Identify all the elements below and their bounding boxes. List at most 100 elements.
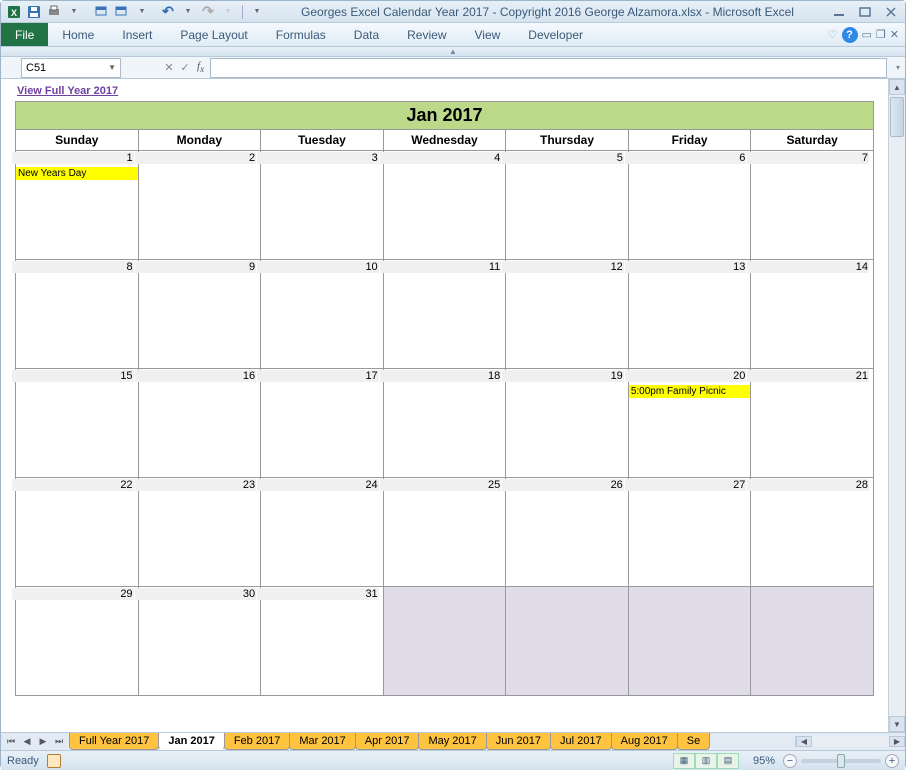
qat-customize-icon[interactable]: ▼: [248, 3, 266, 21]
calendar-cell[interactable]: 23: [138, 478, 261, 587]
horizontal-scrollbar[interactable]: ◀ ▶: [795, 736, 905, 747]
maximize-icon[interactable]: [855, 5, 875, 19]
zoom-level[interactable]: 95%: [749, 755, 779, 767]
calendar-cell[interactable]: 29: [16, 587, 139, 696]
sheet-tab[interactable]: Feb 2017: [224, 733, 290, 750]
scroll-down-icon[interactable]: ▼: [889, 716, 905, 732]
sheet-tab[interactable]: Aug 2017: [611, 733, 678, 750]
sheet-tab[interactable]: Apr 2017: [355, 733, 420, 750]
redo-dropdown-icon[interactable]: ▼: [219, 3, 237, 21]
calendar-cell[interactable]: 11: [383, 260, 506, 369]
calendar-cell[interactable]: 27: [628, 478, 751, 587]
sheet-tab[interactable]: Jan 2017: [158, 733, 224, 750]
calendar-cell[interactable]: 5: [506, 151, 629, 260]
calendar-cell[interactable]: 3: [261, 151, 384, 260]
calendar-cell[interactable]: [506, 587, 629, 696]
ribbon-tab-developer[interactable]: Developer: [514, 24, 597, 46]
view-full-year-link[interactable]: View Full Year 2017: [15, 83, 874, 101]
calendar-cell[interactable]: 8: [16, 260, 139, 369]
calendar-cell[interactable]: 30: [138, 587, 261, 696]
qat-dropdown-icon[interactable]: ▼: [65, 3, 83, 21]
ribbon-minimize-icon[interactable]: ▭: [862, 28, 872, 41]
ribbon-tab-review[interactable]: Review: [393, 24, 460, 46]
workbook-close-icon[interactable]: ✕: [890, 28, 899, 41]
calendar-cell[interactable]: 12: [506, 260, 629, 369]
sheet-tab[interactable]: Jul 2017: [550, 733, 612, 750]
close-icon[interactable]: [881, 5, 901, 19]
formula-cancel-icon[interactable]: ✕: [161, 61, 177, 74]
scroll-up-icon[interactable]: ▲: [889, 79, 905, 95]
calendar-cell[interactable]: 13: [628, 260, 751, 369]
zoom-slider[interactable]: [801, 759, 881, 763]
minimize-icon[interactable]: [829, 5, 849, 19]
calendar-cell[interactable]: 14: [751, 260, 874, 369]
find-select-icon[interactable]: [113, 3, 131, 21]
formula-input[interactable]: [210, 58, 887, 78]
vertical-scrollbar[interactable]: ▲ ▼: [888, 79, 905, 732]
calendar-cell[interactable]: 1New Years Day: [16, 151, 139, 260]
calendar-cell[interactable]: 21: [751, 369, 874, 478]
normal-view-icon[interactable]: ▦: [673, 753, 695, 769]
name-box[interactable]: C51 ▼: [21, 58, 121, 78]
hscroll-track[interactable]: [812, 736, 889, 747]
calendar-cell[interactable]: 28: [751, 478, 874, 587]
page-layout-view-icon[interactable]: ▥: [695, 753, 717, 769]
ribbon-tab-insert[interactable]: Insert: [108, 24, 166, 46]
tab-next-icon[interactable]: ▶: [35, 734, 51, 750]
calendar-cell[interactable]: 7: [751, 151, 874, 260]
calendar-cell[interactable]: [383, 587, 506, 696]
fx-icon[interactable]: fx: [197, 60, 204, 74]
ribbon-tab-formulas[interactable]: Formulas: [262, 24, 340, 46]
undo-icon[interactable]: ↶: [159, 3, 177, 21]
print-preview-icon[interactable]: [45, 3, 63, 21]
calendar-cell[interactable]: 17: [261, 369, 384, 478]
sheet-tab[interactable]: Se: [677, 733, 710, 750]
sheet-tab[interactable]: Full Year 2017: [69, 733, 159, 750]
calendar-cell[interactable]: 19: [506, 369, 629, 478]
calendar-cell[interactable]: 16: [138, 369, 261, 478]
sheet-content[interactable]: View Full Year 2017 Jan 2017 SundayMonda…: [1, 79, 888, 732]
calendar-cell[interactable]: 10: [261, 260, 384, 369]
sheet-tab[interactable]: May 2017: [418, 733, 486, 750]
undo-dropdown-icon[interactable]: ▼: [179, 3, 197, 21]
zoom-thumb[interactable]: [837, 754, 845, 768]
calendar-event[interactable]: 5:00pm Family Picnic: [629, 385, 751, 398]
macro-record-icon[interactable]: [47, 754, 61, 768]
ribbon-tab-home[interactable]: Home: [48, 24, 108, 46]
scroll-right-icon[interactable]: ▶: [889, 736, 905, 747]
calendar-cell[interactable]: 26: [506, 478, 629, 587]
ribbon-heart-icon[interactable]: ♡: [828, 28, 838, 41]
zoom-out-icon[interactable]: −: [783, 754, 797, 768]
scroll-left-icon[interactable]: ◀: [796, 736, 812, 747]
zoom-in-icon[interactable]: +: [885, 754, 899, 768]
ribbon-tab-view[interactable]: View: [461, 24, 515, 46]
namebox-dropdown-icon[interactable]: ▼: [108, 63, 116, 72]
calendar-cell[interactable]: 22: [16, 478, 139, 587]
vscroll-track[interactable]: [889, 139, 905, 716]
file-tab[interactable]: File: [1, 23, 48, 46]
page-break-view-icon[interactable]: ▤: [717, 753, 739, 769]
calendar-cell[interactable]: 2: [138, 151, 261, 260]
ribbon-restore-icon[interactable]: ❐: [876, 28, 886, 41]
calendar-cell[interactable]: 15: [16, 369, 139, 478]
formula-expand-icon[interactable]: ▾: [891, 63, 905, 72]
calendar-cell[interactable]: 24: [261, 478, 384, 587]
ribbon-collapse-bar[interactable]: ▲: [1, 47, 905, 57]
excel-icon[interactable]: X: [5, 3, 23, 21]
save-icon[interactable]: [25, 3, 43, 21]
sheet-tab[interactable]: Mar 2017: [289, 733, 355, 750]
calendar-cell[interactable]: 9: [138, 260, 261, 369]
calendar-cell[interactable]: 6: [628, 151, 751, 260]
vscroll-thumb[interactable]: [890, 97, 904, 137]
qat-dropdown2-icon[interactable]: ▼: [133, 3, 151, 21]
calendar-cell[interactable]: 31: [261, 587, 384, 696]
ribbon-tab-data[interactable]: Data: [340, 24, 393, 46]
calendar-cell[interactable]: 25: [383, 478, 506, 587]
calendar-cell[interactable]: [751, 587, 874, 696]
redo-icon[interactable]: ↷: [199, 3, 217, 21]
calendar-cell[interactable]: [628, 587, 751, 696]
calendar-cell[interactable]: 205:00pm Family Picnic: [628, 369, 751, 478]
ribbon-tab-page-layout[interactable]: Page Layout: [166, 24, 261, 46]
sheet-tab[interactable]: Jun 2017: [486, 733, 551, 750]
formula-enter-icon[interactable]: ✓: [177, 61, 193, 74]
